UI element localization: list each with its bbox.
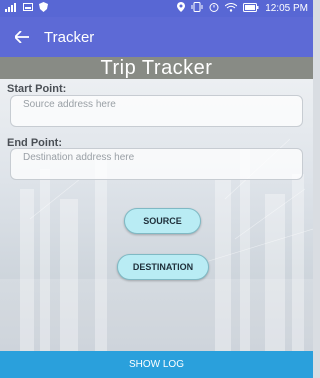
- show-log-button[interactable]: SHOW LOG: [0, 351, 313, 378]
- location-icon: [177, 2, 186, 15]
- signal-icon: [5, 2, 17, 15]
- app-title: Tracker: [44, 28, 95, 46]
- alarm-icon: [209, 2, 219, 15]
- source-address-placeholder: Source address here: [23, 99, 116, 110]
- wifi-icon: [224, 2, 238, 15]
- vibrate-icon: [191, 2, 203, 15]
- status-bar: 12:05 PM: [0, 0, 313, 17]
- image-icon: [23, 3, 33, 14]
- main-content: Start Point: Source address here End Poi…: [0, 79, 313, 351]
- app-bar: Tracker: [0, 17, 313, 57]
- battery-icon: [243, 2, 259, 15]
- arrow-back-icon: [13, 27, 29, 48]
- shield-icon: [39, 2, 48, 15]
- back-button[interactable]: [0, 17, 44, 57]
- destination-button[interactable]: DESTINATION: [117, 254, 209, 280]
- source-address-field[interactable]: Source address here: [10, 95, 303, 127]
- trip-tracker-banner: Trip Tracker: [0, 57, 313, 79]
- status-time: 12:05 PM: [265, 3, 308, 14]
- destination-address-field[interactable]: Destination address here: [10, 148, 303, 180]
- destination-address-placeholder: Destination address here: [23, 152, 135, 163]
- source-button[interactable]: SOURCE: [124, 208, 201, 234]
- start-point-label: Start Point:: [7, 83, 67, 95]
